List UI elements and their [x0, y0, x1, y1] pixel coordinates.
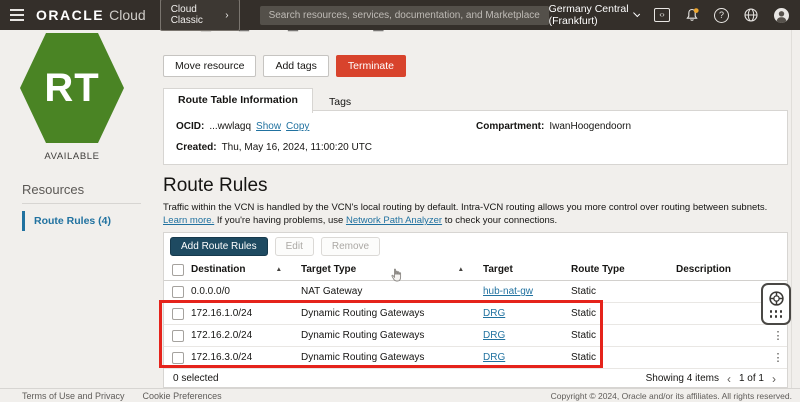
ocid-show-link[interactable]: Show [256, 121, 281, 132]
row-actions-menu[interactable]: ⋮ [769, 329, 787, 342]
add-tags-button[interactable]: Add tags [263, 55, 328, 77]
next-page-icon[interactable]: › [770, 372, 778, 386]
row-checkbox[interactable] [172, 330, 184, 342]
route-rules-description: Traffic within the VCN is handled by the… [163, 202, 785, 228]
page-indicator: 1 of 1 [739, 373, 764, 384]
target-link[interactable]: DRG [483, 352, 505, 363]
target-link[interactable]: DRG [483, 330, 505, 341]
cookie-preferences-link[interactable]: Cookie Preferences [143, 391, 222, 401]
brand-cloud: Cloud [109, 7, 146, 23]
target-type-cell: Dynamic Routing Gateways [294, 352, 476, 363]
region-selector[interactable]: Germany Central (Frankfurt) [549, 3, 640, 27]
bell-icon [684, 7, 700, 23]
compartment-value: IwanHoogendoorn [549, 121, 631, 132]
tab-tags[interactable]: Tags [313, 91, 367, 113]
column-header-target[interactable]: Target [476, 264, 564, 275]
route-type-cell: Static [564, 330, 669, 341]
route-rules-table-card: Add Route Rules Edit Remove Destination … [163, 232, 788, 388]
terms-link[interactable]: Terms of Use and Privacy [22, 391, 125, 401]
route-type-cell: Static [564, 308, 669, 319]
target-link[interactable]: hub-nat-gw [483, 286, 533, 297]
notification-dot [694, 8, 699, 13]
tab-route-table-information[interactable]: Route Table Information [163, 88, 313, 113]
dev-tools-button[interactable]: ‹› [654, 8, 670, 22]
oci-console-screen: ORACLE Cloud Cloud Classic › Germany Cen… [0, 0, 800, 402]
selected-count: 0 selected [173, 373, 219, 384]
compartment-label: Compartment: [476, 121, 544, 132]
search-input[interactable] [260, 6, 549, 25]
hamburger-menu-icon[interactable] [10, 9, 24, 21]
support-widget[interactable] [761, 283, 791, 325]
question-icon: ? [714, 8, 729, 23]
table-row: 0.0.0.0/0 NAT Gateway hub-nat-gw Static … [164, 281, 787, 303]
target-type-cell: Dynamic Routing Gateways [294, 330, 476, 341]
table-row: 172.16.3.0/24 Dynamic Routing Gateways D… [164, 347, 787, 369]
select-all-checkbox[interactable] [172, 264, 184, 276]
brand-oracle: ORACLE [36, 7, 104, 23]
chevron-right-icon: › [225, 10, 228, 21]
route-type-cell: Static [564, 352, 669, 363]
created-value: Thu, May 16, 2024, 11:00:20 UTC [222, 142, 372, 153]
ocid-label: OCID: [176, 121, 204, 132]
help-button[interactable]: ? [714, 8, 729, 23]
showing-count: Showing 4 items [646, 373, 719, 384]
row-checkbox[interactable] [172, 286, 184, 298]
destination-cell: 0.0.0.0/0 [184, 286, 294, 297]
target-type-cell: NAT Gateway [294, 286, 476, 297]
language-button[interactable] [743, 7, 759, 23]
row-actions-menu[interactable]: ⋮ [769, 351, 787, 364]
code-icon: ‹› [654, 8, 670, 22]
sort-asc-icon: ▲ [458, 266, 476, 273]
badge-label: RT [44, 66, 99, 111]
target-link[interactable]: DRG [483, 308, 505, 319]
route-rules-heading: Route Rules [163, 175, 268, 197]
scrollbar-track[interactable] [791, 30, 792, 388]
column-header-route-type[interactable]: Route Type [564, 264, 669, 275]
avatar-icon [773, 7, 790, 24]
drag-handle-icon [770, 310, 783, 318]
sort-asc-icon: ▲ [276, 266, 294, 273]
add-route-rules-button[interactable]: Add Route Rules [170, 237, 268, 256]
route-type-cell: Static [564, 286, 669, 297]
destination-cell: 172.16.2.0/24 [184, 330, 294, 341]
table-header-row: Destination ▲ Target Type ▲ Target Route… [164, 259, 787, 281]
status-badge: AVAILABLE [0, 151, 144, 162]
oracle-cloud-logo: ORACLE Cloud [36, 7, 146, 23]
sidebar-item-route-rules[interactable]: Route Rules (4) [22, 211, 111, 231]
destination-cell: 172.16.3.0/24 [184, 352, 294, 363]
table-row: 172.16.2.0/24 Dynamic Routing Gateways D… [164, 325, 787, 347]
resource-type-badge: RT [20, 33, 124, 143]
resources-heading: Resources [22, 182, 84, 197]
page-footer: Terms of Use and Privacy Cookie Preferen… [0, 388, 800, 402]
top-navbar: ORACLE Cloud Cloud Classic › Germany Cen… [0, 0, 800, 30]
edit-button[interactable]: Edit [275, 237, 314, 256]
cloud-classic-button[interactable]: Cloud Classic › [160, 0, 240, 31]
row-checkbox[interactable] [172, 352, 184, 364]
lifebuoy-icon [768, 290, 785, 307]
copyright-text: Copyright © 2024, Oracle and/or its affi… [551, 391, 800, 401]
globe-icon [743, 7, 759, 23]
column-header-description[interactable]: Description [669, 264, 769, 275]
network-path-analyzer-link[interactable]: Network Path Analyzer [346, 215, 442, 226]
ocid-copy-link[interactable]: Copy [286, 121, 309, 132]
route-table-information-panel: OCID: ...wwlagq Show Copy Compartment: I… [163, 110, 788, 165]
chevron-down-icon [633, 10, 640, 17]
learn-more-link[interactable]: Learn more. [163, 215, 214, 226]
notifications-button[interactable] [684, 7, 700, 23]
terminate-button[interactable]: Terminate [336, 55, 406, 77]
ocid-value: ...wwlagq [209, 121, 251, 132]
user-menu-button[interactable] [773, 7, 790, 24]
divider [22, 203, 141, 204]
table-row: 172.16.1.0/24 Dynamic Routing Gateways D… [164, 303, 787, 325]
remove-button[interactable]: Remove [321, 237, 380, 256]
row-checkbox[interactable] [172, 308, 184, 320]
prev-page-icon[interactable]: ‹ [725, 372, 733, 386]
created-label: Created: [176, 142, 217, 153]
column-header-destination[interactable]: Destination ▲ [184, 264, 294, 275]
column-header-target-type[interactable]: Target Type ▲ [294, 264, 476, 275]
destination-cell: 172.16.1.0/24 [184, 308, 294, 319]
target-type-cell: Dynamic Routing Gateways [294, 308, 476, 319]
move-resource-button[interactable]: Move resource [163, 55, 256, 77]
